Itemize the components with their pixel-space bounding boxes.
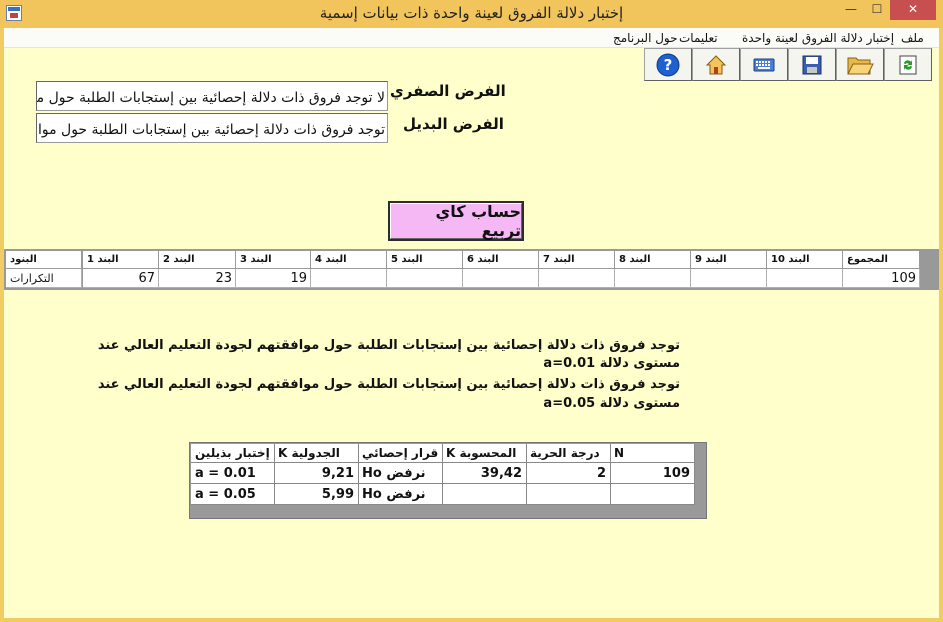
help-button[interactable]: ? [644,48,692,81]
grid-cell-item-10[interactable] [767,269,843,288]
title-bar: إختبار دلالة الفروق لعينة واحدة ذات بيان… [0,0,943,28]
menu-instructions[interactable]: تعليمات [679,31,718,45]
grid-cell-total[interactable]: 109 [843,269,920,288]
window-title: إختبار دلالة الفروق لعينة واحدة ذات بيان… [319,4,624,22]
results-header-two-tailed: إختبار بذيلين [191,444,275,463]
results-row1-df: 2 [527,463,611,484]
menu-file[interactable]: ملف [901,31,924,45]
folder-open-icon [847,57,874,74]
grid-header-item-8: البند 8 [615,251,691,269]
results-row1-k-table: 9,21 [275,463,359,484]
help-icon: ? [656,53,680,76]
grid-header-item-4: البند 4 [311,251,387,269]
result-text-001-line1: توجد فروق ذات دلالة إحصائية بين إستجابات… [97,338,680,353]
grid-cell-item-1[interactable]: 67 [83,269,159,288]
grid-cell-item-9[interactable] [691,269,767,288]
alt-hypothesis-input[interactable] [36,113,388,143]
grid-cell-item-5[interactable] [387,269,463,288]
alt-hypothesis-label: الفرض البديل [403,115,504,133]
results-row2-n [611,484,695,505]
null-hypothesis-input[interactable] [36,81,388,111]
results-header-n: N [611,444,695,463]
results-row2-k-computed [443,484,527,505]
results-row2-df [527,484,611,505]
results-table[interactable]: إختبار بذيلين K الجدولية قرار إحصائي K ا… [189,442,707,519]
grid-header-item-1: البند 1 [83,251,159,269]
results-row2-decision: Ho نرفض [359,484,443,505]
refresh-button[interactable] [884,48,932,81]
refresh-icon [899,55,917,74]
home-button[interactable] [692,48,740,81]
save-icon [802,55,822,74]
menu-test[interactable]: إختبار دلالة الفروق لعينة واحدة [742,31,894,45]
frequency-grid[interactable]: البنود البند 1 البند 2 البند 3 البند 4 ا… [4,249,939,290]
grid-cell-item-8[interactable] [615,269,691,288]
save-button[interactable] [788,48,836,81]
minimize-button[interactable]: — [838,0,864,20]
toolbar: ? [644,48,936,81]
grid-cell-item-6[interactable] [463,269,539,288]
results-row1-decision: Ho نرفض [359,463,443,484]
calculate-chi-square-button[interactable]: حساب كاي تربيع [388,201,524,241]
results-header-df: درجة الحرية [527,444,611,463]
results-row1-k-computed: 39,42 [443,463,527,484]
grid-header-items: البنود [6,251,82,269]
results-header-k-computed: K المحسوبة [443,444,527,463]
home-icon [705,54,727,74]
grid-row-label: التكرارات [6,269,82,288]
grid-header-item-9: البند 9 [691,251,767,269]
grid-header-item-6: البند 6 [463,251,539,269]
grid-cell-item-7[interactable] [539,269,615,288]
close-button[interactable]: ✕ [890,0,936,20]
grid-header-item-10: البند 10 [767,251,843,269]
app-icon[interactable] [6,5,22,21]
result-text-005-line2: مستوى دلالة a=0.05 [543,396,680,411]
grid-header-item-2: البند 2 [159,251,236,269]
grid-header-item-7: البند 7 [539,251,615,269]
results-row1-alpha: a = 0.01 [191,463,275,484]
results-row1-n: 109 [611,463,695,484]
result-text-005-line1: توجد فروق ذات دلالة إحصائية بين إستجابات… [97,377,680,392]
keyboard-button[interactable] [740,48,788,81]
svg-text:?: ? [664,56,673,74]
result-text-001-line2: مستوى دلالة a=0.01 [543,356,680,371]
results-header-decision: قرار إحصائي [359,444,443,463]
maximize-button[interactable]: ☐ [864,0,890,20]
grid-cell-item-2[interactable]: 23 [159,269,236,288]
grid-header-item-5: البند 5 [387,251,463,269]
grid-header-total: المجموع [843,251,920,269]
results-row2-alpha: a = 0.05 [191,484,275,505]
grid-cell-item-4[interactable] [311,269,387,288]
results-header-k-table: K الجدولية [275,444,359,463]
results-row2-k-table: 5,99 [275,484,359,505]
menu-about[interactable]: حول البرنامج [613,31,678,45]
keyboard-icon [753,58,775,71]
null-hypothesis-label: الفرض الصفري [390,82,506,100]
open-button[interactable] [836,48,884,81]
grid-header-item-3: البند 3 [236,251,311,269]
calculate-chi-square-label: حساب كاي تربيع [390,202,522,240]
grid-cell-item-3[interactable]: 19 [236,269,311,288]
